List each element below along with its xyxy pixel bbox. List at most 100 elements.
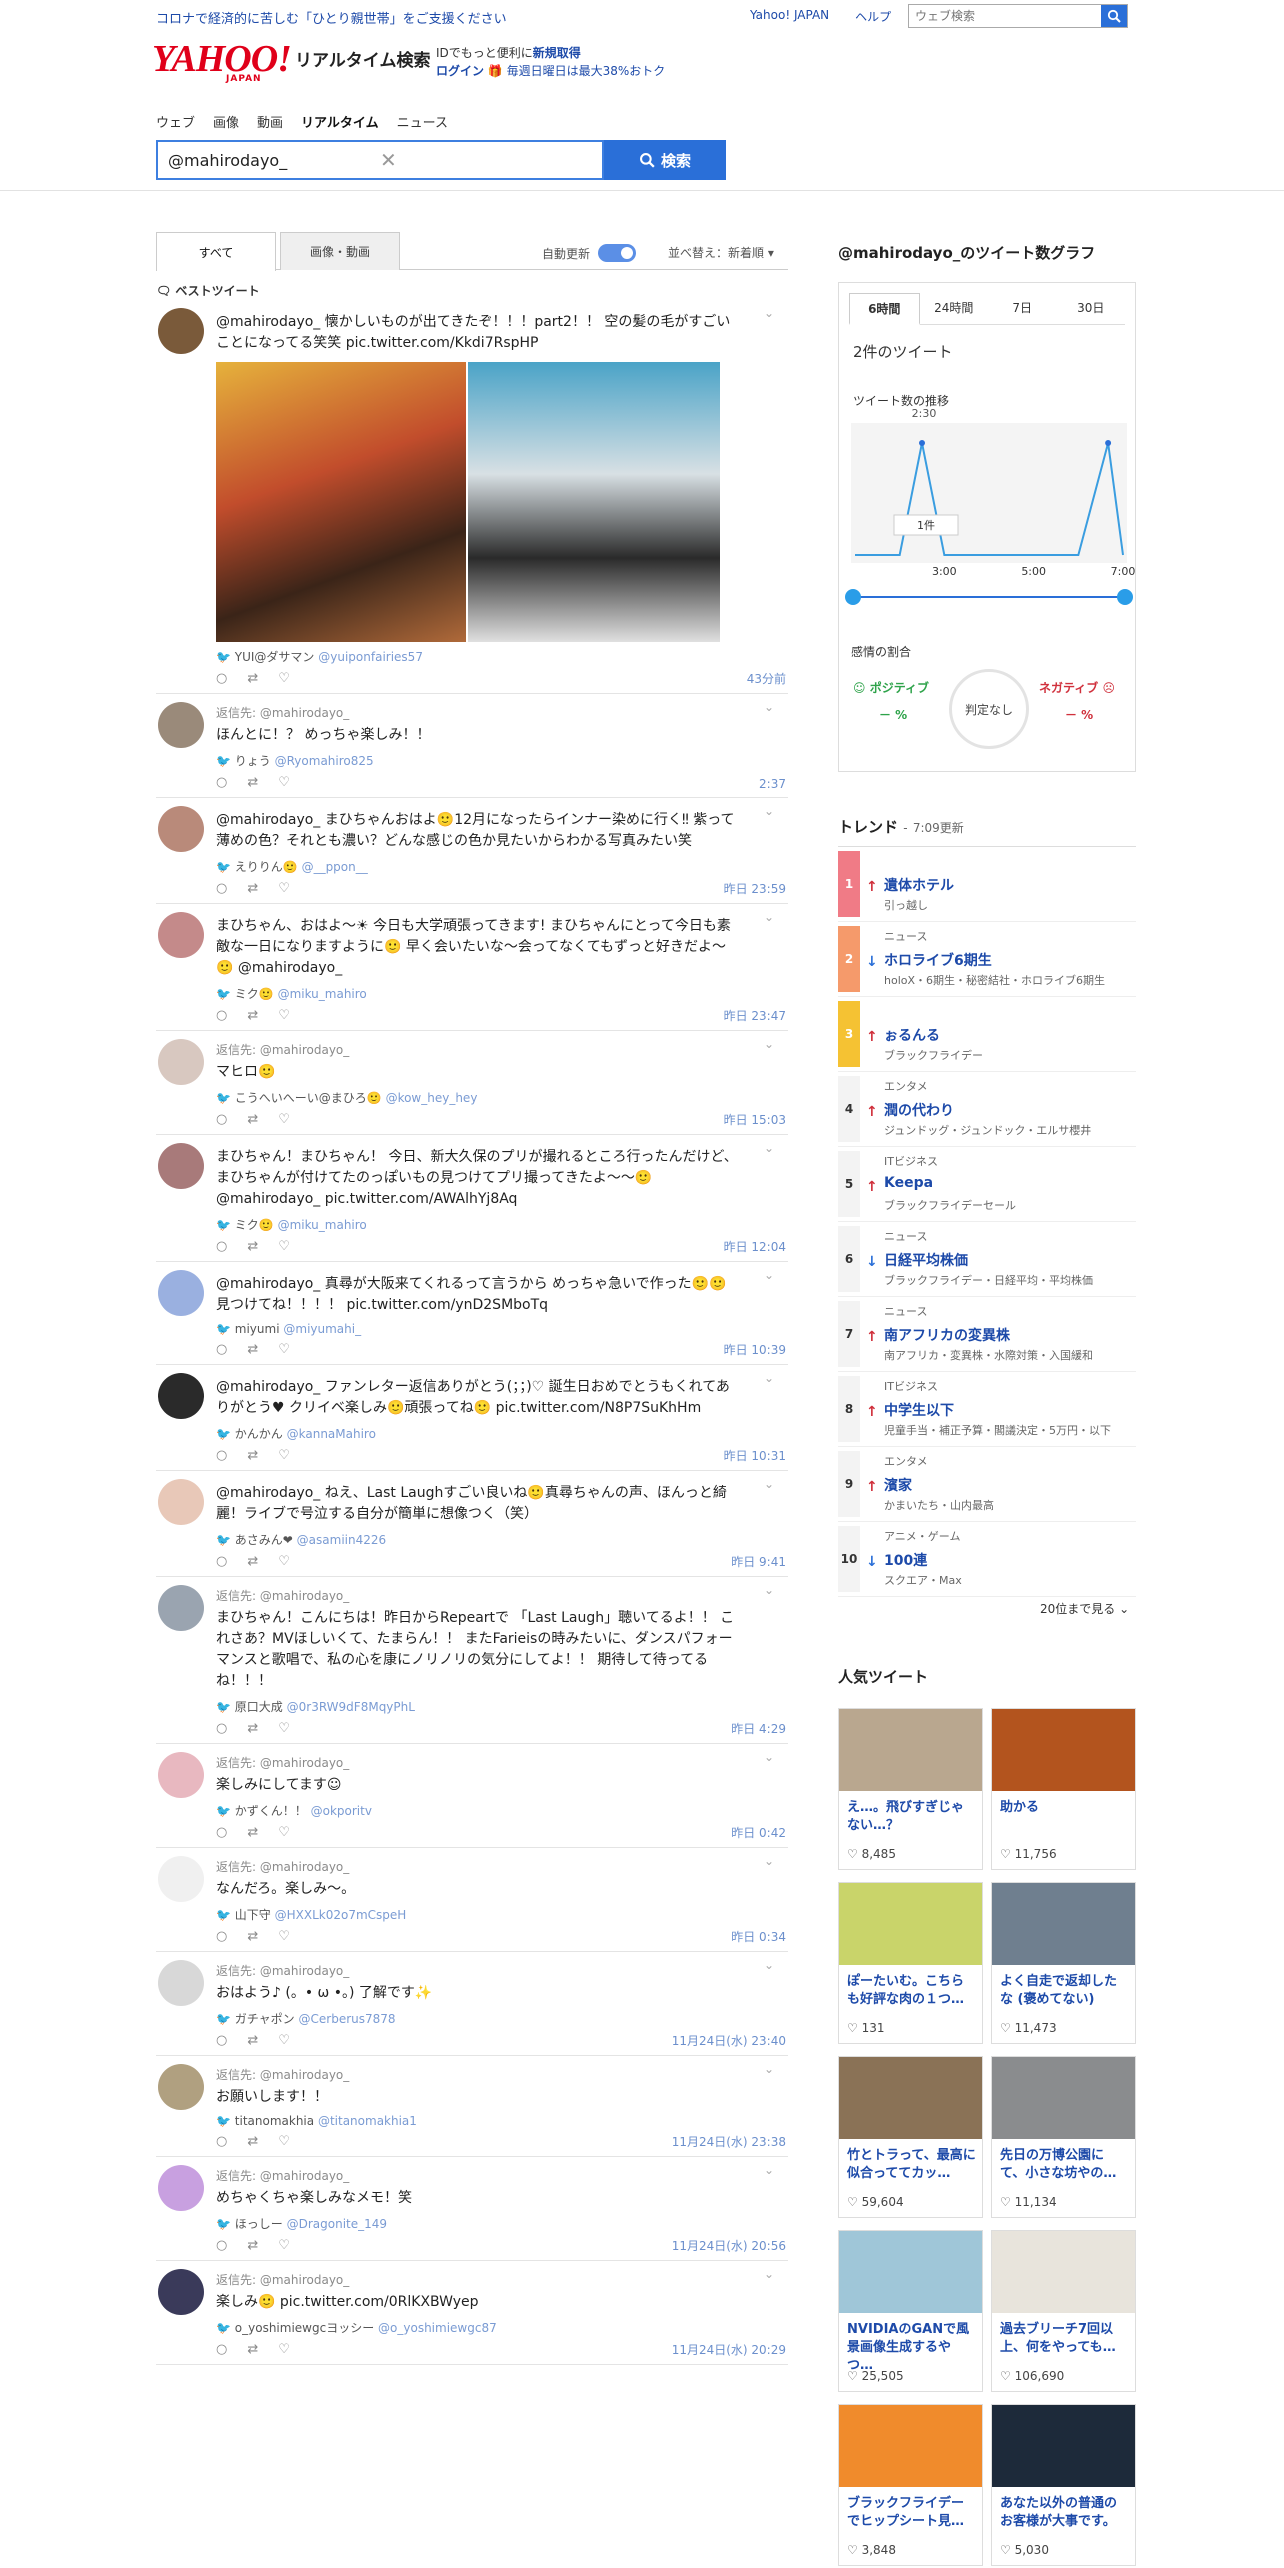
tweet-author[interactable]: 🐦 原口大成 @0r3RW9dF8MqyPhL <box>216 1698 788 1715</box>
popular-text[interactable]: よく自走で返却したな (褒めてない) <box>1000 1973 1129 2009</box>
tweet-author[interactable]: 🐦 山下守 @HXXLk02o7mCspeH <box>216 1906 788 1923</box>
tweet-author[interactable]: 🐦 o_yoshimiewgcヨッシー @o_yoshimiewgc87 <box>216 2319 788 2336</box>
tweet-menu-icon[interactable]: ⌄ <box>764 1583 774 1597</box>
trend-keyword[interactable]: 南アフリカの変異株 <box>884 1325 1010 1345</box>
login-link[interactable]: ログイン <box>436 64 484 78</box>
tweet-time[interactable]: 昨日 0:42 <box>731 1824 786 1841</box>
tweet-time[interactable]: 11月24日(水) 23:38 <box>672 2133 786 2150</box>
tweet-time[interactable]: 昨日 15:03 <box>724 1111 786 1128</box>
retweet-icon[interactable]: ⇄ <box>247 1448 258 1463</box>
nav-web[interactable]: ウェブ <box>156 112 195 131</box>
popular-image[interactable] <box>839 2231 982 2313</box>
like-icon[interactable]: ♡ <box>278 2238 290 2253</box>
avatar[interactable] <box>158 806 204 852</box>
like-icon[interactable]: ♡ <box>278 881 290 896</box>
tab-media[interactable]: 画像・動画 <box>280 232 400 270</box>
popular-text[interactable]: 助かる <box>1000 1799 1129 1817</box>
tweet-author[interactable]: 🐦 ミク🙂 @miku_mahiro <box>216 1216 788 1233</box>
popular-image[interactable] <box>992 1883 1135 1965</box>
avatar[interactable] <box>158 912 204 958</box>
tweet-menu-icon[interactable]: ⌄ <box>764 1854 774 1868</box>
tweet-author[interactable]: 🐦 ほっしー @Dragonite_149 <box>216 2215 788 2232</box>
tweet-menu-icon[interactable]: ⌄ <box>764 910 774 924</box>
reply-icon[interactable]: ○ <box>216 1008 227 1023</box>
tweet-menu-icon[interactable]: ⌄ <box>764 306 774 320</box>
tweet-author[interactable]: 🐦 あさみん❤ @asamiin4226 <box>216 1531 788 1548</box>
range-slider-handle[interactable] <box>845 589 861 605</box>
nav-realtime[interactable]: リアルタイム <box>301 112 379 131</box>
retweet-icon[interactable]: ⇄ <box>247 1112 258 1127</box>
retweet-icon[interactable]: ⇄ <box>247 1239 258 1254</box>
tweet-time[interactable]: 11月24日(水) 23:40 <box>672 2032 786 2049</box>
like-icon[interactable]: ♡ <box>278 1825 290 1840</box>
avatar[interactable] <box>158 308 204 354</box>
popular-image[interactable] <box>992 2057 1135 2139</box>
trend-item[interactable]: 8 ITビジネス ↑ 中学生以下 児童手当・補正予算・閣議決定・5万円・以下 <box>838 1372 1136 1447</box>
clear-icon[interactable]: ✕ <box>380 148 592 172</box>
like-icon[interactable]: ♡ <box>278 1929 290 1944</box>
like-icon[interactable]: ♡ <box>278 671 290 686</box>
avatar[interactable] <box>158 1373 204 1419</box>
avatar[interactable] <box>158 1039 204 1085</box>
tweet-time[interactable]: 43分前 <box>747 670 786 687</box>
nav-video[interactable]: 動画 <box>257 112 283 131</box>
reply-icon[interactable]: ○ <box>216 2342 227 2357</box>
like-icon[interactable]: ♡ <box>278 775 290 790</box>
yahoo-japan-link[interactable]: Yahoo! JAPAN <box>750 8 829 25</box>
avatar[interactable] <box>158 2269 204 2315</box>
popular-tweet[interactable]: 竹とトラって、最高に似合っててカッ… ♡ 59,604 <box>838 2056 983 2218</box>
tweet-time[interactable]: 昨日 10:39 <box>724 1341 786 1358</box>
popular-tweet[interactable]: NVIDIAのGANで風景画像生成するやつ… ♡ 25,505 <box>838 2230 983 2392</box>
tweet-time[interactable]: 昨日 0:34 <box>731 1928 786 1945</box>
tweet-time[interactable]: 11月24日(水) 20:29 <box>672 2341 786 2358</box>
web-search-input[interactable] <box>909 5 1101 27</box>
avatar[interactable] <box>158 1752 204 1798</box>
popular-text[interactable]: ブラックフライデーでヒップシート見… <box>847 2495 976 2531</box>
like-icon[interactable]: ♡ <box>278 1721 290 1736</box>
trend-keyword[interactable]: 濱家 <box>884 1475 912 1495</box>
web-search-button[interactable] <box>1101 5 1127 27</box>
signup-link[interactable]: 新規取得 <box>533 46 581 60</box>
reply-icon[interactable]: ○ <box>216 2134 227 2149</box>
reply-icon[interactable]: ○ <box>216 1448 227 1463</box>
reply-icon[interactable]: ○ <box>216 1721 227 1736</box>
avatar[interactable] <box>158 1270 204 1316</box>
avatar[interactable] <box>158 1960 204 2006</box>
auto-update-toggle[interactable] <box>598 244 637 262</box>
tweet-author[interactable]: 🐦 こうへいへーい@まひろ🙂 @kow_hey_hey <box>216 1089 788 1106</box>
reply-icon[interactable]: ○ <box>216 1239 227 1254</box>
trend-keyword[interactable]: 遺体ホテル <box>884 875 954 895</box>
tweet-menu-icon[interactable]: ⌄ <box>764 1750 774 1764</box>
reply-icon[interactable]: ○ <box>216 1825 227 1840</box>
trend-item[interactable]: 1 ↑ 遺体ホテル 引っ越し <box>838 847 1136 922</box>
reply-icon[interactable]: ○ <box>216 1112 227 1127</box>
retweet-icon[interactable]: ⇄ <box>247 1342 258 1357</box>
like-icon[interactable]: ♡ <box>278 1239 290 1254</box>
tweet-time[interactable]: 昨日 23:47 <box>724 1007 786 1024</box>
reply-icon[interactable]: ○ <box>216 775 227 790</box>
tweet-image[interactable] <box>216 362 466 642</box>
trend-keyword[interactable]: Keepa <box>884 1175 933 1191</box>
sort-dropdown[interactable]: 並べ替え：新着順 ▾ <box>668 244 774 261</box>
trend-item[interactable]: 4 エンタメ ↑ 潤の代わり ジュンドッグ・ジュンドック・エルサ櫻井 <box>838 1072 1136 1147</box>
trend-keyword[interactable]: ホロライブ6期生 <box>884 950 992 970</box>
popular-text[interactable]: 過去ブリーチ7回以上、何をやっても… <box>1000 2321 1129 2357</box>
tweet-menu-icon[interactable]: ⌄ <box>764 1477 774 1491</box>
reply-icon[interactable]: ○ <box>216 1342 227 1357</box>
trend-item[interactable]: 9 エンタメ ↑ 濱家 かまいたち・山内最高 <box>838 1447 1136 1522</box>
retweet-icon[interactable]: ⇄ <box>247 671 258 686</box>
reply-icon[interactable]: ○ <box>216 1554 227 1569</box>
trend-keyword[interactable]: ぉるんる <box>884 1025 940 1045</box>
graph-tab-7d[interactable]: 7日 <box>988 293 1057 324</box>
trend-keyword[interactable]: 100連 <box>884 1550 927 1570</box>
tweet-menu-icon[interactable]: ⌄ <box>764 1268 774 1282</box>
tweet-time[interactable]: 昨日 4:29 <box>731 1720 786 1737</box>
retweet-icon[interactable]: ⇄ <box>247 1554 258 1569</box>
popular-image[interactable] <box>839 1709 982 1791</box>
tweet-menu-icon[interactable]: ⌄ <box>764 2163 774 2177</box>
graph-tab-24h[interactable]: 24時間 <box>920 293 989 324</box>
tweet-menu-icon[interactable]: ⌄ <box>764 2062 774 2076</box>
retweet-icon[interactable]: ⇄ <box>247 2238 258 2253</box>
data-point[interactable] <box>919 440 925 446</box>
reply-icon[interactable]: ○ <box>216 881 227 896</box>
